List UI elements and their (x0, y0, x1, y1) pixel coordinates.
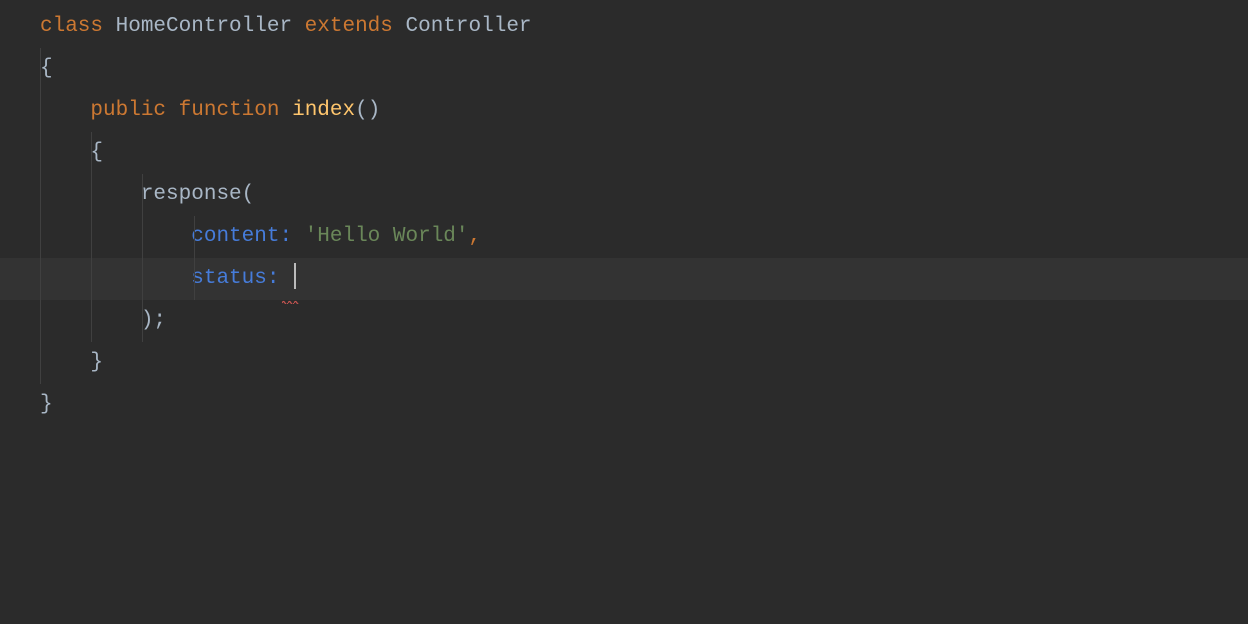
text-caret (294, 263, 296, 289)
parentheses: () (355, 91, 380, 132)
code-line-current[interactable]: status: (0, 258, 1248, 300)
class-name: HomeController (116, 7, 292, 48)
code-line[interactable]: response( (40, 174, 1248, 216)
base-class-name: Controller (406, 7, 532, 48)
code-line[interactable]: } (40, 384, 1248, 426)
named-param: content (191, 217, 279, 258)
code-editor[interactable]: class HomeController extends Controller … (0, 0, 1248, 624)
code-line[interactable]: public function index() (40, 90, 1248, 132)
keyword-function: function (179, 91, 280, 132)
function-name: index (292, 91, 355, 132)
colon: : (279, 217, 292, 258)
brace-close: } (90, 343, 103, 384)
keyword-extends: extends (305, 7, 393, 48)
code-line[interactable]: { (40, 132, 1248, 174)
code-line[interactable]: ); (40, 300, 1248, 342)
string-literal: 'Hello World' (305, 217, 469, 258)
keyword-class: class (40, 7, 103, 48)
brace-close: } (40, 385, 53, 426)
comma: , (469, 217, 482, 258)
code-line[interactable]: content: 'Hello World', (40, 216, 1248, 258)
brace-open: { (90, 133, 103, 174)
brace-open: { (40, 49, 53, 90)
paren-open: ( (242, 175, 255, 216)
code-line[interactable]: } (40, 342, 1248, 384)
function-call: response (141, 175, 242, 216)
colon: : (267, 259, 280, 300)
code-line[interactable]: { (40, 48, 1248, 90)
code-line[interactable]: class HomeController extends Controller (40, 6, 1248, 48)
error-squiggle (292, 259, 296, 300)
paren-close: ); (141, 301, 166, 342)
named-param: status (191, 259, 267, 300)
keyword-public: public (90, 91, 166, 132)
